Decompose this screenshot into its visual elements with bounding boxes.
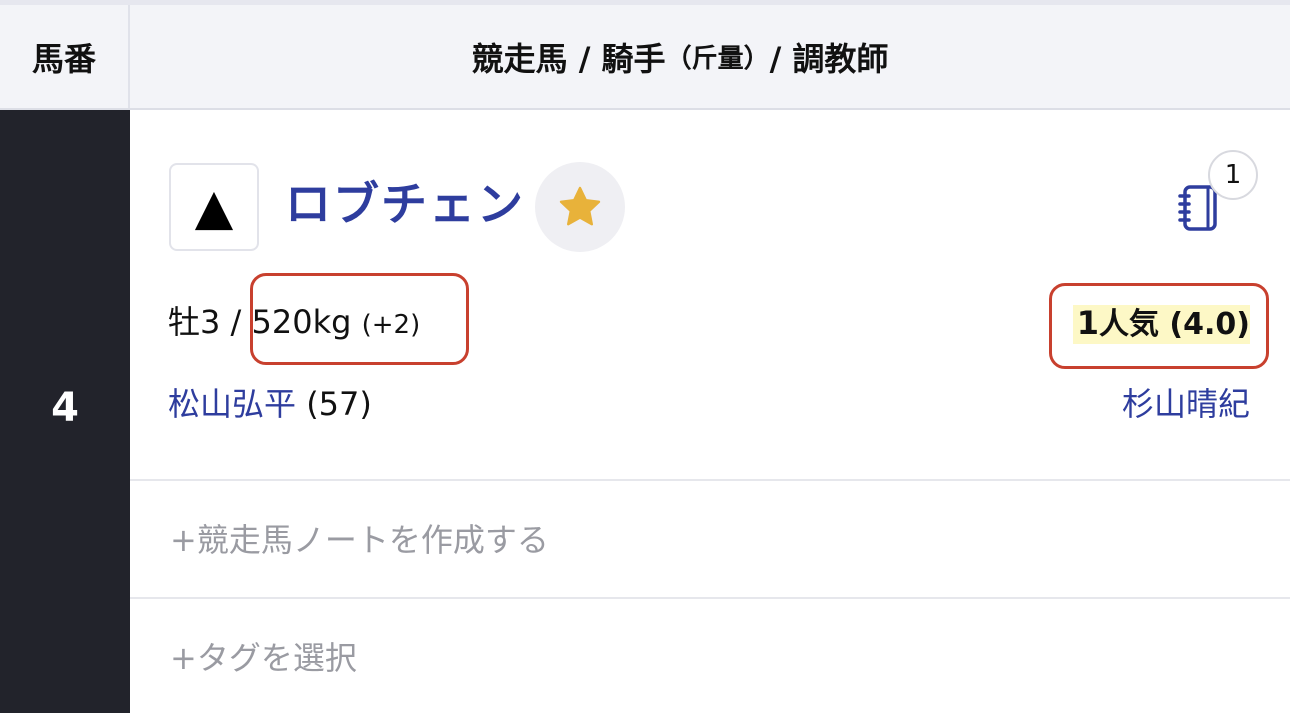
star-icon [559,186,601,226]
header-weight-label: （斤量） [665,44,770,74]
info-separator: / [220,303,252,341]
header-trainer-label: / 調教師 [769,39,889,78]
sex-age: 牡3 [168,303,221,341]
table-header: 馬番 競走馬 / 騎手 （斤量） / 調教師 [0,0,1290,110]
divider [130,479,1290,481]
select-tag-button[interactable]: +タグを選択 [170,636,357,680]
header-main-label: 競走馬 / 騎手 [471,39,666,78]
prediction-mark-button[interactable]: ▲ [169,163,259,251]
weight-annotation-outline [250,273,469,365]
jockey-weight: (57) [306,385,372,423]
horse-name-link[interactable]: ロブチェン [285,172,525,236]
jockey-link[interactable]: 松山弘平 [168,385,296,423]
entry-card: ▲ ロブチェン 1 牡3 / 520kg (+2) 1人気 (4.0) 松山弘平… [130,110,1290,713]
header-number: 馬番 [0,5,130,108]
create-note-button[interactable]: +競走馬ノートを作成する [170,518,549,562]
header-main: 競走馬 / 騎手 （斤量） / 調教師 [130,5,1290,108]
popularity-annotation-outline [1049,283,1269,369]
divider [130,597,1290,599]
prediction-mark: ▲ [194,178,234,236]
horse-number-cell: 4 [0,110,130,713]
note-count-badge: 1 [1208,150,1258,200]
jockey-row: 松山弘平 (57) [168,382,372,426]
favorite-button[interactable] [535,162,625,252]
horse-number: 4 [51,384,79,431]
trainer-link[interactable]: 杉山晴紀 [1122,382,1250,426]
